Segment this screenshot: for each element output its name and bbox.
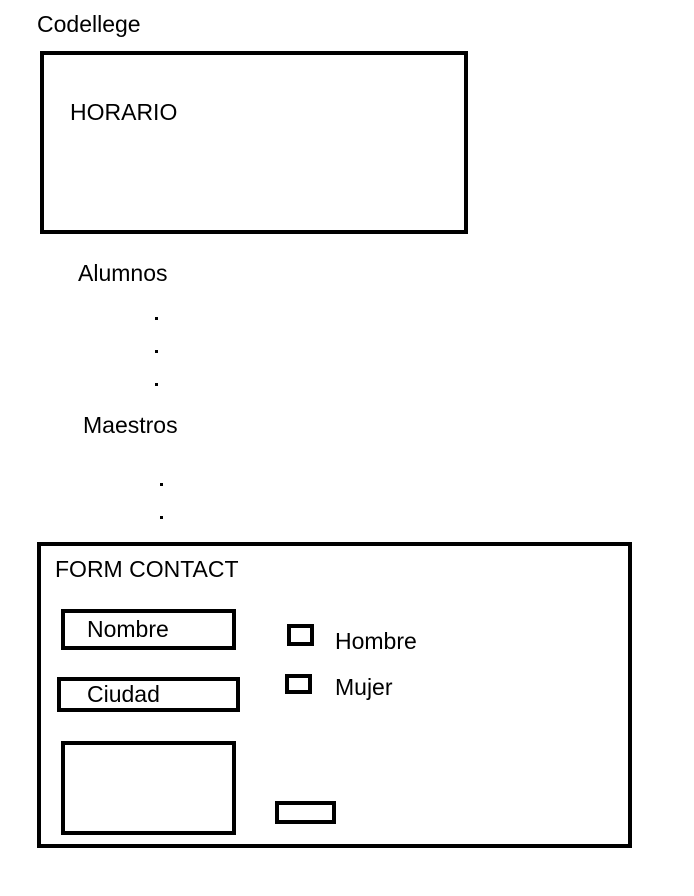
message-textarea[interactable] xyxy=(61,741,236,835)
mujer-label: Mujer xyxy=(335,674,393,700)
maestros-ellipsis-dot-1 xyxy=(160,483,163,486)
maestros-label: Maestros xyxy=(83,412,178,438)
mujer-checkbox[interactable] xyxy=(285,674,312,694)
horario-box xyxy=(40,51,468,234)
nombre-input[interactable] xyxy=(61,609,236,650)
alumnos-ellipsis-dot-3 xyxy=(155,383,158,386)
alumnos-ellipsis-dot-2 xyxy=(155,350,158,353)
hombre-label: Hombre xyxy=(335,628,417,654)
site-title: Codellege xyxy=(37,11,141,37)
horario-label: HORARIO xyxy=(70,99,178,125)
form-title: FORM CONTACT xyxy=(55,556,239,582)
hombre-checkbox[interactable] xyxy=(287,624,314,646)
alumnos-label: Alumnos xyxy=(78,260,168,286)
alumnos-ellipsis-dot-1 xyxy=(155,317,158,320)
maestros-ellipsis-dot-2 xyxy=(160,516,163,519)
ciudad-input[interactable] xyxy=(57,677,240,712)
submit-button[interactable] xyxy=(275,801,336,824)
